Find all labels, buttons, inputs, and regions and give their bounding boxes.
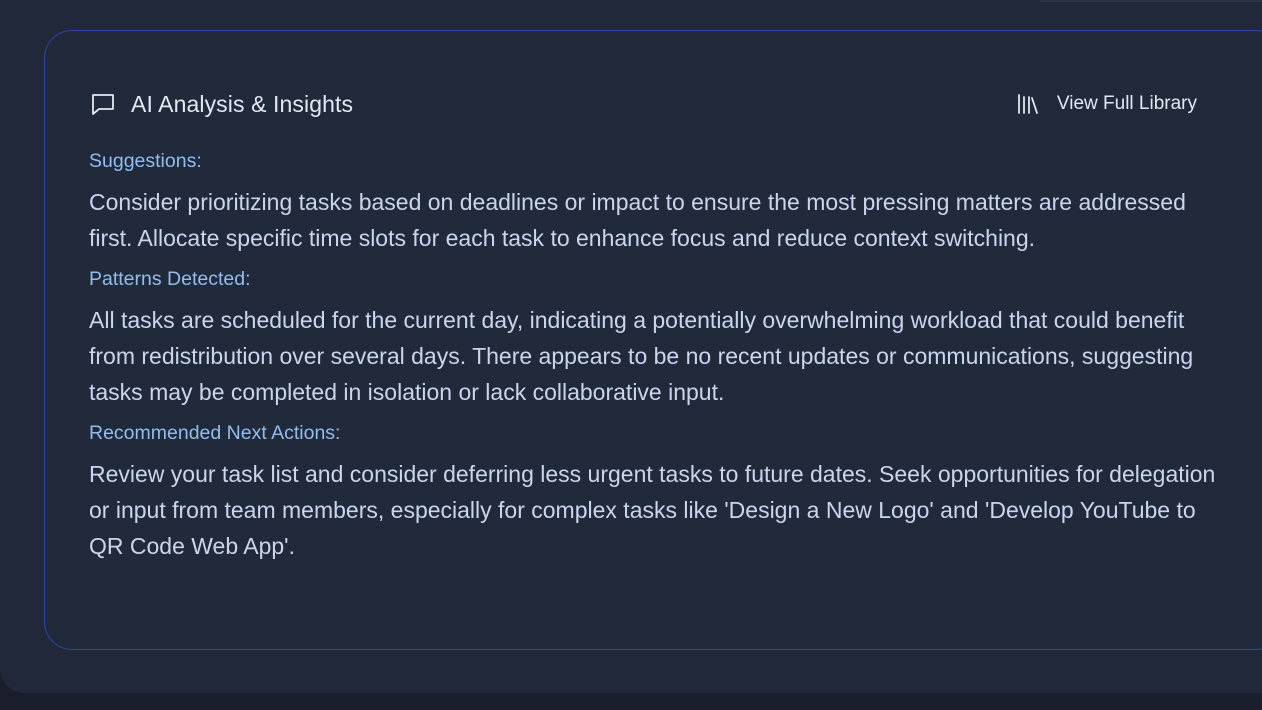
card-title: AI Analysis & Insights [131, 90, 354, 117]
insights-content: Suggestions: Consider prioritizing tasks… [89, 148, 1224, 574]
patterns-detected-label: Patterns Detected: [89, 268, 251, 290]
patterns-section: Patterns Detected: All tasks are schedul… [89, 266, 1224, 410]
view-full-library-label: View Full Library [1056, 93, 1197, 114]
library-books-icon [1015, 91, 1041, 117]
ai-insights-card: AI Analysis & Insights View Full Library… [44, 30, 1262, 650]
card-title-group: AI Analysis & Insights [89, 90, 353, 118]
view-full-library-button[interactable]: View Full Library [1015, 91, 1197, 117]
chat-bubble-icon [89, 90, 117, 118]
top-divider [1040, 0, 1262, 2]
next-actions-text: Review your task list and consider defer… [89, 461, 1216, 559]
next-actions-label: Recommended Next Actions: [89, 422, 341, 444]
next-actions-section: Recommended Next Actions: Review your ta… [89, 420, 1224, 564]
card-header: AI Analysis & Insights View Full Library [89, 87, 1197, 121]
suggestions-section: Suggestions: Consider prioritizing tasks… [89, 148, 1224, 256]
patterns-detected-text: All tasks are scheduled for the current … [89, 307, 1194, 405]
suggestions-label: Suggestions: [89, 150, 202, 172]
suggestions-text: Consider prioritizing tasks based on dea… [89, 189, 1186, 251]
